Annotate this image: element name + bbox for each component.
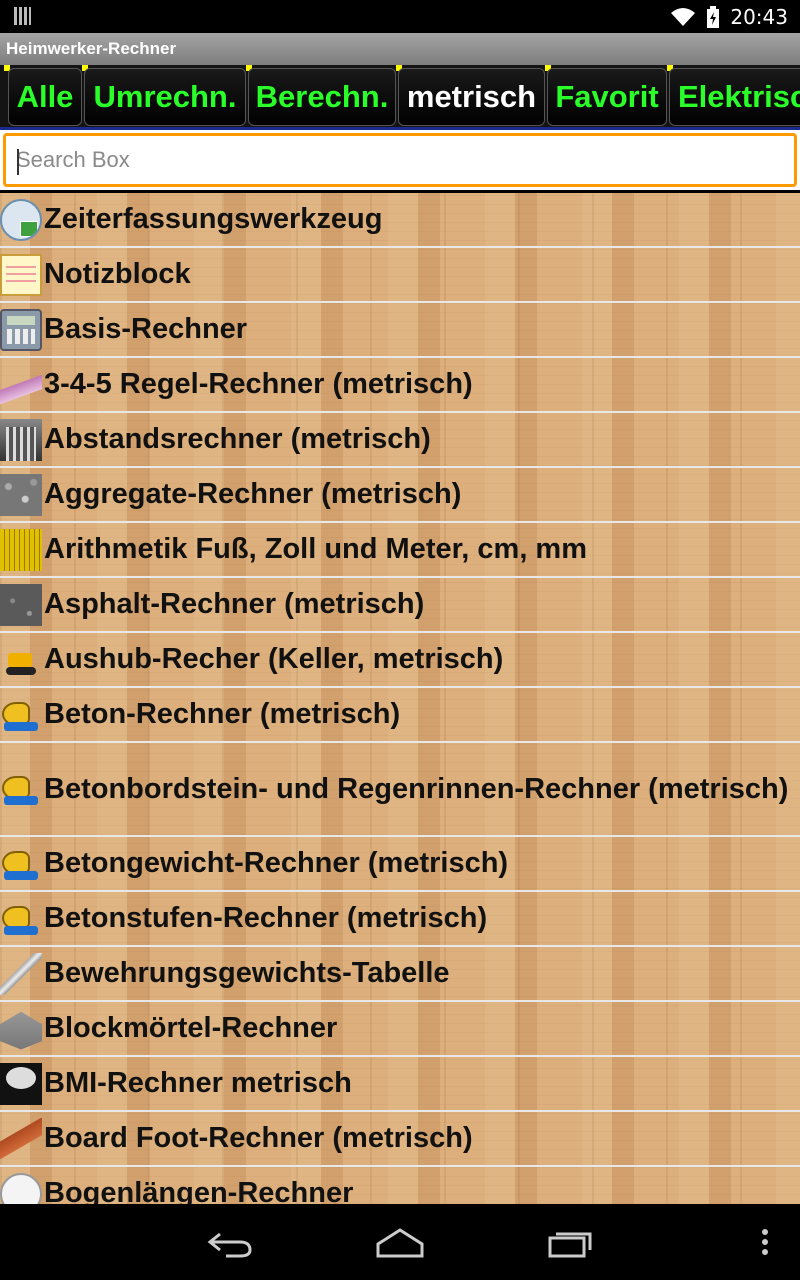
- list-item[interactable]: Abstandsrechner (metrisch): [0, 413, 800, 468]
- railing-icon: [0, 418, 42, 461]
- tab-label: Berechn.: [255, 79, 389, 114]
- home-icon[interactable]: [374, 1226, 426, 1260]
- list-item[interactable]: Aushub-Recher (Keller, metrisch): [0, 633, 800, 688]
- board-icon: [0, 1117, 42, 1160]
- tab-label: metrisch: [406, 79, 537, 114]
- list-item-label: Beton-Rechner (metrisch): [44, 698, 401, 730]
- tab-berechnung[interactable]: Berechn.: [248, 68, 396, 126]
- list-item-label: Betonbordstein- und Regenrinnen-Rechner …: [44, 772, 789, 805]
- list-item-label: Bogenlängen-Rechner: [44, 1177, 354, 1204]
- list-item[interactable]: Asphalt-Rechner (metrisch): [0, 578, 800, 633]
- list-item-label: Basis-Rechner: [44, 313, 248, 345]
- list-item-label: Asphalt-Rechner (metrisch): [44, 588, 425, 620]
- calculator-list: Zeiterfassungswerkzeug Notizblock Basis-…: [0, 193, 800, 1204]
- blocks-icon: [0, 1011, 42, 1050]
- title-bar: Heimwerker-Rechner: [0, 33, 800, 65]
- clock-icon: [0, 198, 42, 241]
- tab-elektrisch[interactable]: Elektrisch: [669, 68, 800, 126]
- menu-icon[interactable]: [758, 1226, 772, 1260]
- list-item-label: Aushub-Recher (Keller, metrisch): [44, 643, 504, 675]
- tab-label: Umrechn.: [93, 79, 237, 114]
- list-item[interactable]: Board Foot-Rechner (metrisch): [0, 1112, 800, 1167]
- list-item[interactable]: Betongewicht-Rechner (metrisch): [0, 837, 800, 892]
- list-item-label: Aggregate-Rechner (metrisch): [44, 478, 462, 510]
- list-item[interactable]: Notizblock: [0, 248, 800, 303]
- list-item[interactable]: Bogenlängen-Rechner: [0, 1167, 800, 1204]
- cement-mixer-icon: [0, 898, 42, 940]
- list-item-label: 3-4-5 Regel-Rechner (metrisch): [44, 368, 473, 400]
- tab-favorit[interactable]: Favorit: [547, 68, 667, 126]
- battery-icon: [707, 5, 720, 28]
- list-item[interactable]: Arithmetik Fuß, Zoll und Meter, cm, mm: [0, 523, 800, 578]
- wifi-icon: [671, 7, 696, 26]
- list-item[interactable]: Aggregate-Rechner (metrisch): [0, 468, 800, 523]
- triangle-icon: [0, 363, 42, 406]
- excavator-icon: [0, 639, 42, 681]
- list-item[interactable]: Basis-Rechner: [0, 303, 800, 358]
- arc-icon: [0, 1172, 42, 1204]
- back-icon[interactable]: [206, 1226, 254, 1260]
- status-bar: 20:43: [0, 0, 800, 33]
- tab-alle[interactable]: Alle: [8, 68, 82, 126]
- list-item-label: Abstandsrechner (metrisch): [44, 423, 431, 455]
- clock: 20:43: [730, 4, 788, 29]
- list-item-label: Board Foot-Rechner (metrisch): [44, 1122, 473, 1154]
- list-item-label: Blockmörtel-Rechner: [44, 1012, 338, 1044]
- tab-label: Elektrisch: [678, 79, 800, 114]
- gravel-icon: [0, 473, 42, 516]
- list-item[interactable]: BMI-Rechner metrisch: [0, 1057, 800, 1112]
- rebar-icon: [0, 952, 42, 995]
- list-item-label: Betongewicht-Rechner (metrisch): [44, 847, 509, 879]
- list-item-label: Notizblock: [44, 258, 191, 290]
- list-item[interactable]: Betonstufen-Rechner (metrisch): [0, 892, 800, 947]
- app-title: Heimwerker-Rechner: [6, 39, 177, 58]
- text-caret: [17, 149, 19, 175]
- list-item[interactable]: Blockmörtel-Rechner: [0, 1002, 800, 1057]
- list-item-label: Betonstufen-Rechner (metrisch): [44, 902, 488, 934]
- recents-icon[interactable]: [546, 1226, 596, 1260]
- barcode-icon: [14, 7, 34, 25]
- list-item-label: BMI-Rechner metrisch: [44, 1067, 352, 1099]
- notepad-icon: [0, 253, 42, 296]
- category-tabs: Alle Umrechn. Berechn. metrisch Favorit …: [0, 65, 800, 130]
- search-box: [3, 133, 797, 187]
- asphalt-icon: [0, 583, 42, 626]
- search-input[interactable]: [6, 136, 794, 184]
- list-item[interactable]: 3-4-5 Regel-Rechner (metrisch): [0, 358, 800, 413]
- tab-metrisch[interactable]: metrisch: [398, 68, 545, 126]
- tab-label: Alle: [16, 79, 74, 114]
- navigation-bar: [0, 1204, 800, 1280]
- tab-umrechnung[interactable]: Umrechn.: [84, 68, 246, 126]
- cement-mixer-icon: [0, 843, 42, 885]
- search-area: [0, 130, 800, 190]
- list-item[interactable]: Bewehrungsgewichts-Tabelle: [0, 947, 800, 1002]
- list-item[interactable]: Betonbordstein- und Regenrinnen-Rechner …: [0, 743, 800, 837]
- tab-label: Favorit: [555, 79, 659, 114]
- list-item[interactable]: Beton-Rechner (metrisch): [0, 688, 800, 743]
- list-item[interactable]: Zeiterfassungswerkzeug: [0, 193, 800, 248]
- cement-mixer-icon: [0, 694, 42, 736]
- scale-icon: [0, 1062, 42, 1105]
- calculator-icon: [0, 308, 42, 351]
- cement-mixer-icon: [0, 768, 42, 810]
- tape-measure-icon: [0, 528, 42, 571]
- list-item-label: Zeiterfassungswerkzeug: [44, 203, 383, 235]
- list-item-label: Bewehrungsgewichts-Tabelle: [44, 957, 450, 989]
- list-item-label: Arithmetik Fuß, Zoll und Meter, cm, mm: [44, 533, 587, 565]
